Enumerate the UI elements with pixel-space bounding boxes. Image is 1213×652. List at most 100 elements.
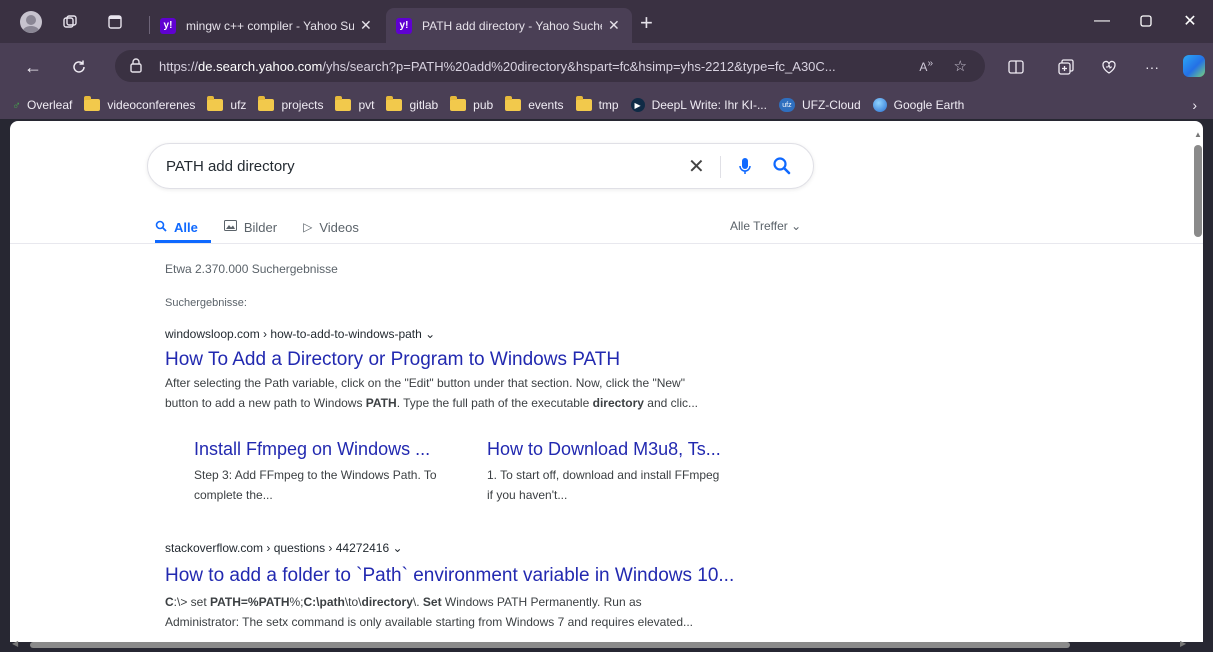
back-button[interactable]: ←: [20, 55, 46, 79]
chevron-down-icon: ⌄: [791, 219, 802, 233]
lock-icon[interactable]: [129, 57, 147, 75]
snippet-highlight: C: [165, 595, 174, 609]
bookmark-label: videoconferenes: [107, 98, 196, 112]
result-title-link[interactable]: How To Add a Directory or Program to Win…: [165, 349, 620, 371]
refresh-button[interactable]: [66, 55, 92, 79]
new-tab-button[interactable]: +: [640, 10, 653, 36]
bookmark-ufz-cloud[interactable]: ufz UFZ-Cloud: [778, 98, 861, 112]
split-screen-icon[interactable]: [1004, 56, 1028, 78]
url-prefix: https://: [159, 58, 199, 74]
bookmark-google-earth[interactable]: Google Earth: [872, 98, 965, 112]
folder-icon: [84, 96, 101, 111]
yahoo-favicon-icon: y!: [396, 17, 412, 34]
bookmark-pvt[interactable]: pvt: [335, 96, 374, 112]
copilot-icon[interactable]: [1183, 55, 1205, 77]
bookmark-pub[interactable]: pub: [450, 96, 493, 112]
bookmark-events[interactable]: events: [505, 96, 564, 112]
tab-actions-icon[interactable]: [103, 10, 127, 34]
maximize-button[interactable]: [1126, 8, 1166, 34]
close-window-button[interactable]: ✕: [1170, 8, 1210, 34]
result-path: how-to-add-to-windows-path: [270, 327, 422, 341]
snippet-highlight: PATH=%PATH: [210, 595, 290, 609]
workspaces-icon[interactable]: [58, 10, 82, 34]
sublink-snippet: 1. To start off, download and install FF…: [487, 468, 720, 502]
result-domain: stackoverflow.com: [165, 541, 264, 555]
snippet-highlight: C:\path: [303, 595, 345, 609]
snippet-text: %;: [289, 595, 304, 609]
folder-icon: [335, 96, 352, 111]
snippet-text: Windows PATH Permanently. Run as: [441, 595, 642, 609]
tab-path-add-directory[interactable]: y! PATH add directory - Yahoo Suche ✕: [386, 8, 632, 43]
scroll-right-arrow-icon[interactable]: ▶: [1180, 639, 1186, 648]
tab-images[interactable]: Bilder: [223, 217, 278, 237]
snippet-text: \.: [412, 595, 423, 609]
snippet-text: :\> set: [173, 595, 211, 609]
bookmark-label: events: [528, 98, 564, 112]
sublink-title[interactable]: How to Download M3u8, Ts...: [487, 439, 721, 460]
collections-icon[interactable]: [1054, 56, 1078, 78]
chevron-down-icon[interactable]: ⌄: [393, 541, 403, 555]
chevron-down-icon[interactable]: ⌄: [425, 327, 435, 341]
bookmark-tmp[interactable]: tmp: [575, 96, 619, 112]
result-path: questions › 44272416: [273, 541, 390, 555]
bookmark-videoconferenes[interactable]: videoconferenes: [84, 96, 196, 112]
snippet-text: button to add a new path to Windows: [165, 396, 366, 410]
folder-icon: [207, 96, 224, 111]
result-url[interactable]: windowsloop.com › how-to-add-to-windows-…: [165, 327, 435, 341]
result-url[interactable]: stackoverflow.com › questions › 44272416…: [165, 541, 403, 555]
overleaf-leaf-icon: ♂: [12, 98, 21, 112]
close-tab-icon[interactable]: ✕: [608, 17, 620, 34]
clear-search-icon[interactable]: ✕: [688, 154, 705, 179]
horizontal-scrollbar[interactable]: ◀ ▶: [10, 639, 1191, 649]
tab-videos[interactable]: ▷ Videos: [303, 217, 359, 237]
close-tab-icon[interactable]: ✕: [360, 17, 372, 34]
sublink-title[interactable]: Install Ffmpeg on Windows ...: [194, 439, 430, 460]
snippet-line: button to add a new path to Windows PATH…: [165, 393, 805, 413]
url-text[interactable]: https://de.search.yahoo.com/yhs/search?p…: [159, 59, 899, 74]
address-bar[interactable]: https://de.search.yahoo.com/yhs/search?p…: [115, 50, 985, 82]
tab-label: Bilder: [243, 219, 278, 235]
microphone-icon[interactable]: [738, 156, 752, 176]
settings-more-icon[interactable]: ···: [1140, 56, 1164, 78]
read-aloud-icon[interactable]: A»: [919, 58, 933, 74]
bookmark-ufz[interactable]: ufz: [207, 96, 246, 112]
browser-essentials-icon[interactable]: [1097, 56, 1121, 78]
tab-mingw[interactable]: y! mingw c++ compiler - Yahoo Suche ✕: [150, 8, 382, 43]
folder-icon: [386, 96, 403, 111]
tab-all[interactable]: Alle: [155, 217, 198, 237]
results-count: Etwa 2.370.000 Suchergebnisse: [165, 262, 338, 276]
minimize-button[interactable]: —: [1082, 8, 1122, 34]
bookmark-label: Google Earth: [893, 98, 965, 112]
bookmark-overleaf[interactable]: ♂ Overleaf: [12, 98, 72, 112]
scroll-up-arrow-icon[interactable]: ▲: [1194, 130, 1202, 139]
profile-avatar[interactable]: [20, 11, 42, 33]
bookmarks-overflow-chevron-icon[interactable]: ›: [1192, 97, 1197, 113]
navigation-bar: ← https://de.search.yahoo.com/yhs/search…: [0, 43, 1213, 91]
deepl-icon: ▶: [630, 98, 645, 112]
search-divider: [720, 156, 721, 178]
search-query-text[interactable]: PATH add directory: [166, 158, 295, 175]
bookmark-deepl-write[interactable]: ▶ DeepL Write: Ihr KI-...: [630, 98, 767, 112]
favorite-star-icon[interactable]: ☆: [954, 57, 967, 75]
bookmark-projects[interactable]: projects: [258, 96, 323, 112]
folder-icon: [258, 96, 275, 111]
snippet-text: \to\: [344, 595, 362, 609]
search-input[interactable]: PATH add directory ✕: [147, 143, 814, 189]
result-title-link[interactable]: How to add a folder to `Path` environmen…: [165, 565, 734, 587]
vertical-tabs: Alle Bilder ▷ Videos: [155, 217, 385, 237]
snippet-text: . Type the full path of the executable: [396, 396, 593, 410]
snippet-line: After selecting the Path variable, click…: [165, 376, 685, 390]
image-icon: [223, 220, 237, 234]
folder-icon: [575, 96, 592, 111]
search-icon[interactable]: [772, 156, 792, 176]
tab-label: Videos: [319, 219, 359, 235]
filter-dropdown[interactable]: Alle Treffer ⌄: [730, 219, 801, 233]
horizontal-scroll-thumb[interactable]: [30, 642, 1070, 648]
scroll-left-arrow-icon[interactable]: ◀: [12, 639, 18, 648]
web-page: PATH add directory ✕ Alle Bilder ▷ Video…: [10, 121, 1203, 642]
tab-bar: y! mingw c++ compiler - Yahoo Suche ✕ y!…: [0, 0, 1213, 43]
bookmark-gitlab[interactable]: gitlab: [386, 96, 438, 112]
vertical-scrollbar[interactable]: ▲: [1191, 130, 1205, 626]
vertical-scroll-thumb[interactable]: [1194, 145, 1202, 237]
tab-title: mingw c++ compiler - Yahoo Suche: [186, 18, 354, 33]
